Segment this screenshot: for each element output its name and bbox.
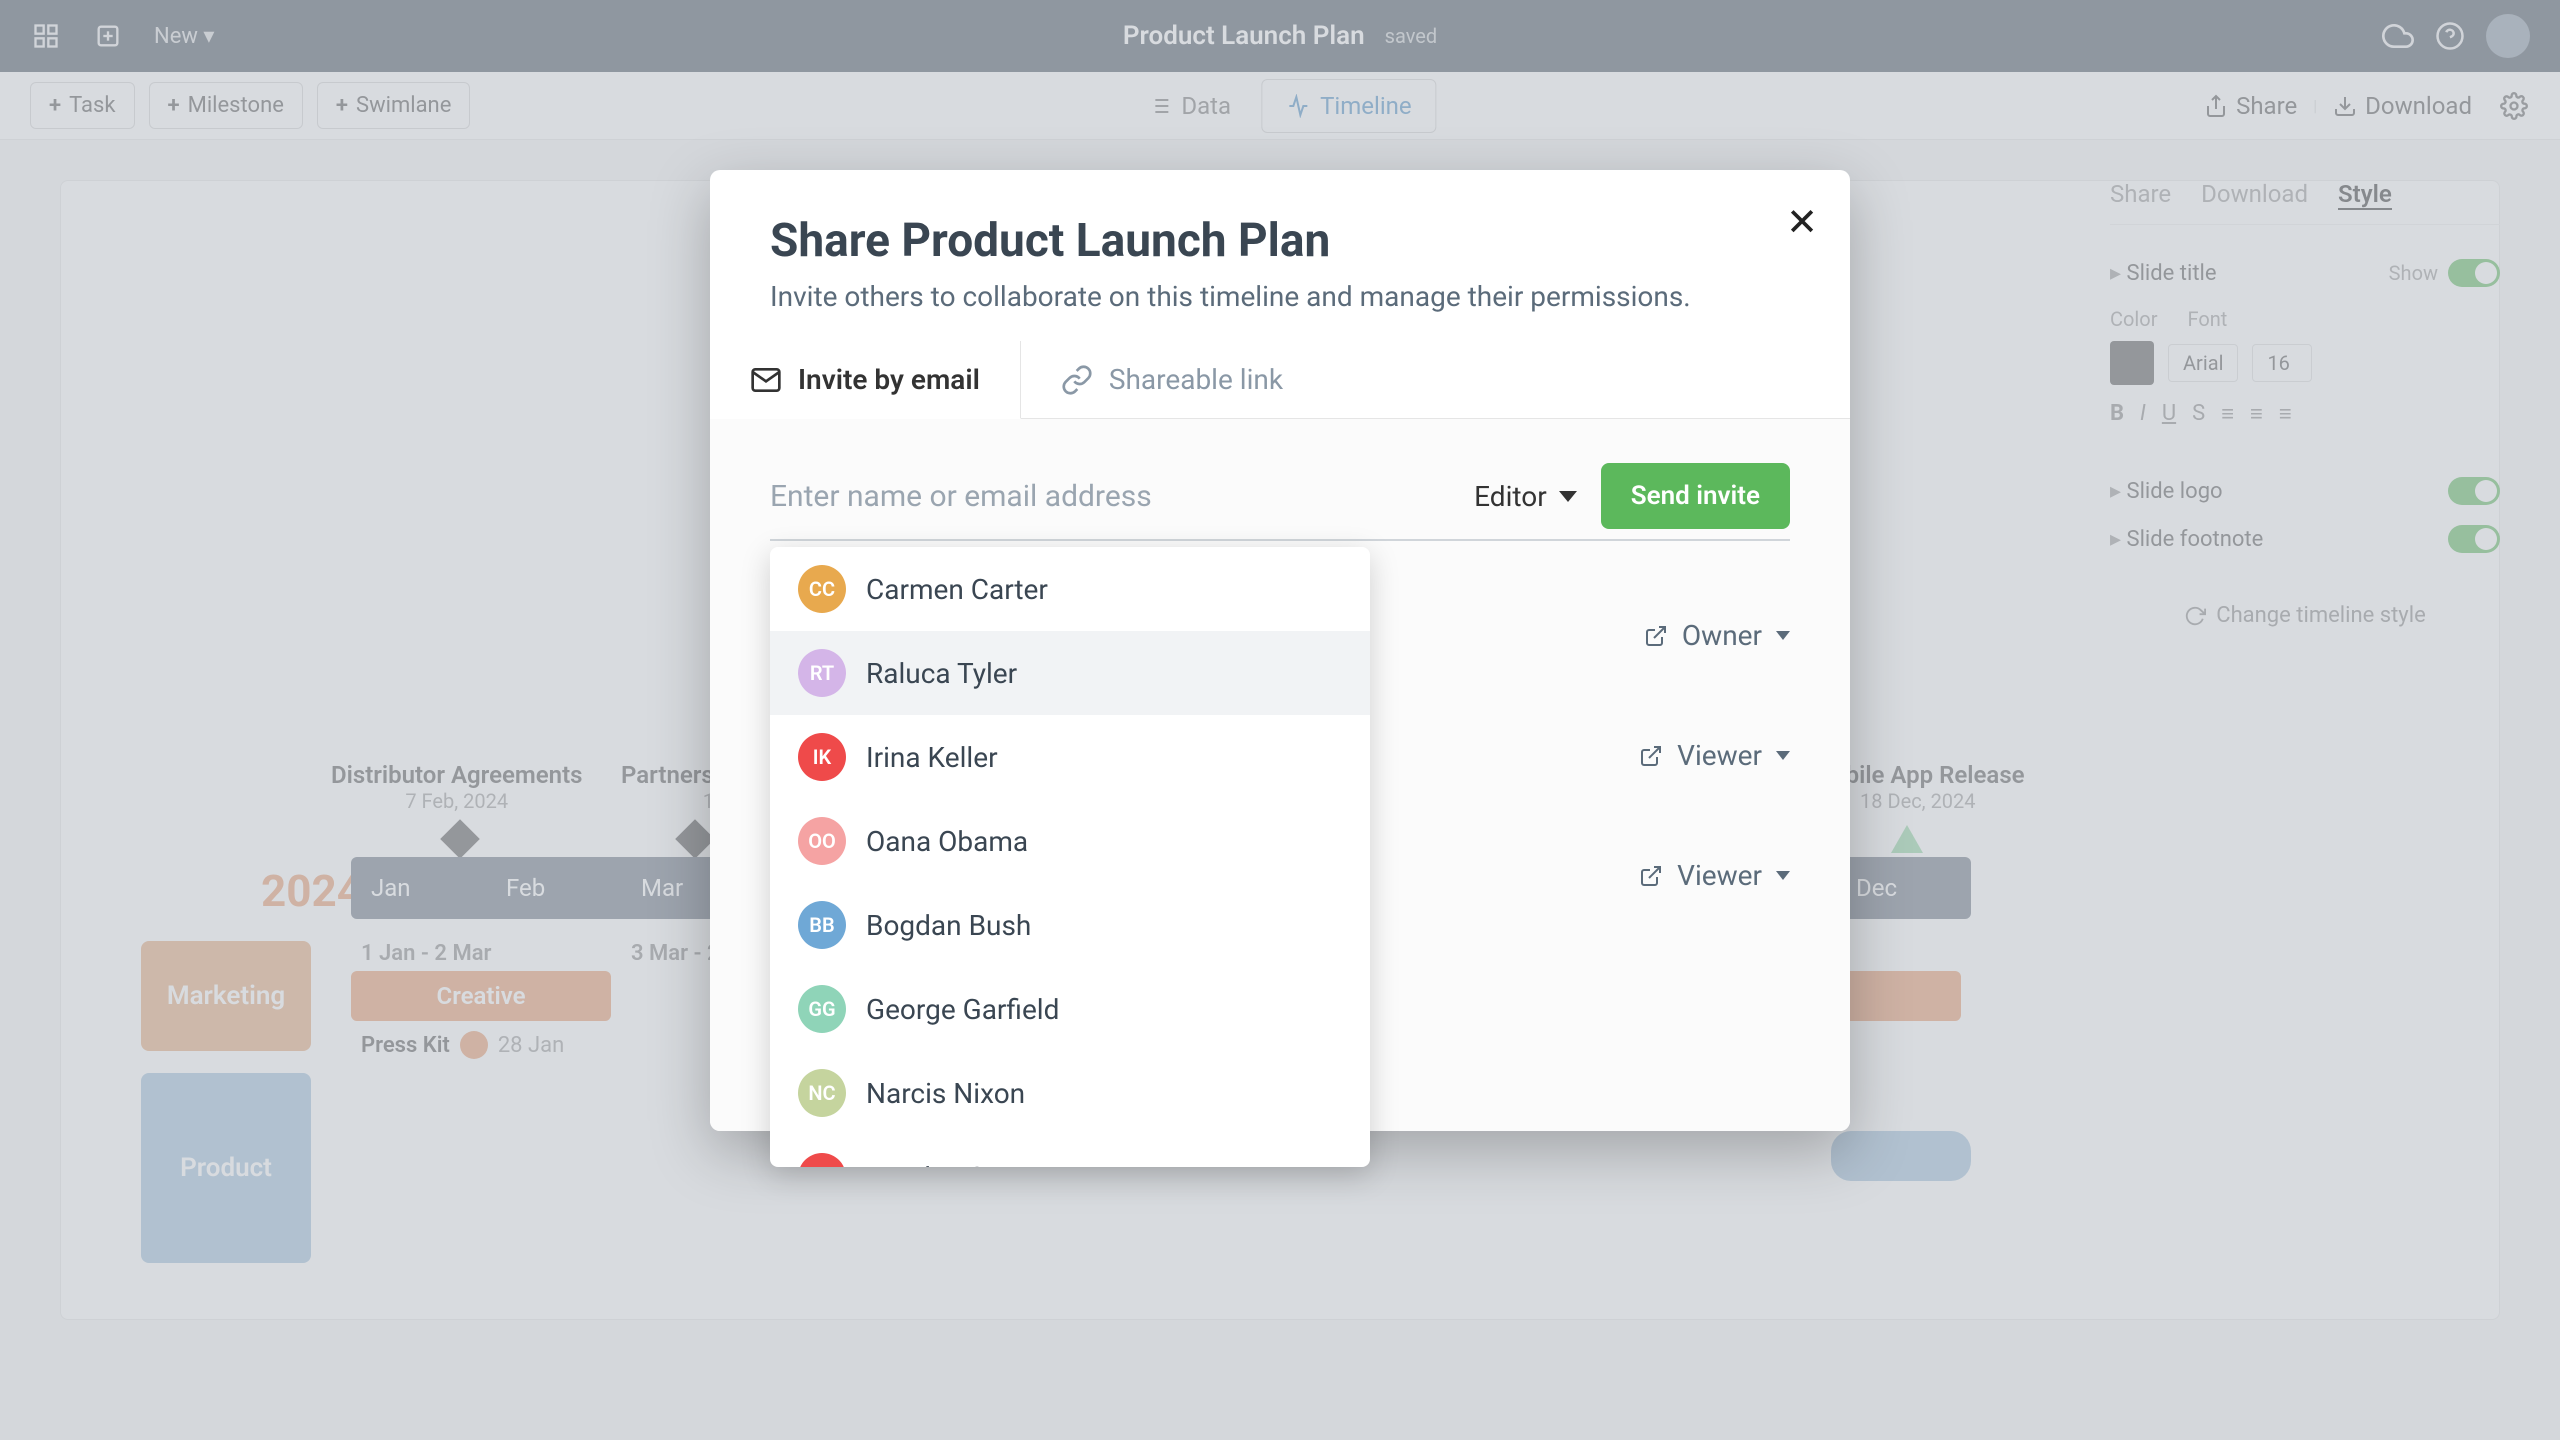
person-option[interactable]: CCCarmen Carter bbox=[770, 547, 1370, 631]
avatar: IK bbox=[798, 733, 846, 781]
person-option[interactable]: BBBogdan Bush bbox=[770, 883, 1370, 967]
avatar: GG bbox=[798, 985, 846, 1033]
avatar: BS bbox=[798, 1153, 846, 1167]
avatar: OO bbox=[798, 817, 846, 865]
tab-shareable-link[interactable]: Shareable link bbox=[1021, 341, 1323, 418]
modal-subtitle: Invite others to collaborate on this tim… bbox=[770, 280, 1790, 313]
people-dropdown: CCCarmen Carter RTRaluca Tyler IKIrina K… bbox=[770, 547, 1370, 1167]
person-option[interactable]: IKIrina Keller bbox=[770, 715, 1370, 799]
avatar: RT bbox=[798, 649, 846, 697]
send-invite-button[interactable]: Send invite bbox=[1601, 463, 1790, 529]
avatar: NC bbox=[798, 1069, 846, 1117]
external-link-icon bbox=[1639, 864, 1663, 888]
share-role-viewer[interactable]: Viewer bbox=[1639, 739, 1790, 772]
external-link-icon bbox=[1644, 624, 1668, 648]
share-role-owner[interactable]: Owner bbox=[1644, 619, 1790, 652]
avatar: CC bbox=[798, 565, 846, 613]
person-option[interactable]: NCNarcis Nixon bbox=[770, 1051, 1370, 1135]
close-icon[interactable]: ✕ bbox=[1786, 200, 1818, 245]
modal-title: Share Product Launch Plan bbox=[770, 214, 1790, 268]
external-link-icon bbox=[1639, 744, 1663, 768]
avatar: BB bbox=[798, 901, 846, 949]
share-role-viewer[interactable]: Viewer bbox=[1639, 859, 1790, 892]
share-modal: Share Product Launch Plan Invite others … bbox=[710, 170, 1850, 1131]
role-select[interactable]: Editor bbox=[1474, 480, 1577, 513]
modal-overlay[interactable]: Share Product Launch Plan Invite others … bbox=[0, 0, 2560, 1440]
tab-invite-email[interactable]: Invite by email bbox=[710, 341, 1021, 419]
person-option[interactable]: OOOana Obama bbox=[770, 799, 1370, 883]
person-option[interactable]: GGGeorge Garfield bbox=[770, 967, 1370, 1051]
chevron-down-icon bbox=[1559, 491, 1577, 502]
email-input[interactable] bbox=[770, 471, 1450, 522]
person-option[interactable]: BSBogdan Stone bbox=[770, 1135, 1370, 1167]
person-option[interactable]: RTRaluca Tyler bbox=[770, 631, 1370, 715]
